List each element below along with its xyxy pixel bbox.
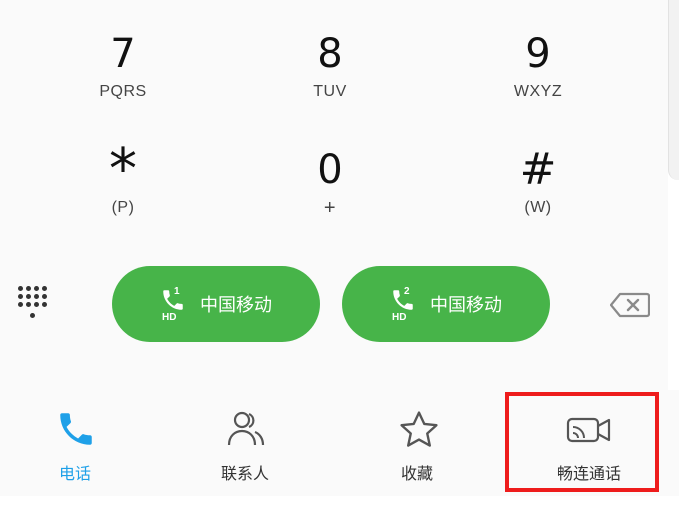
tab-label: 畅连通话 bbox=[556, 464, 621, 483]
call-phone-icon: 2 HD bbox=[390, 284, 426, 324]
key-8[interactable]: 8 TUV bbox=[270, 32, 390, 102]
key-7[interactable]: 7 PQRS bbox=[63, 32, 183, 102]
keypad-toggle-icon[interactable] bbox=[14, 282, 50, 322]
bottom-tab-bar: 电话 联系人 收藏 畅连通话 bbox=[0, 390, 679, 496]
key-letters: WXYZ bbox=[513, 83, 563, 100]
key-digit: * bbox=[109, 137, 137, 202]
scrollbar[interactable] bbox=[668, 0, 679, 180]
phone-icon bbox=[60, 413, 92, 445]
key-0[interactable]: 0 + bbox=[270, 148, 390, 218]
key-letters: TUV bbox=[313, 83, 347, 100]
call-button-sim2[interactable]: 2 HD 中国移动 bbox=[342, 266, 550, 342]
hd-badge: HD bbox=[162, 312, 177, 323]
tab-video-call[interactable]: 畅连通话 bbox=[514, 390, 664, 496]
tab-label: 收藏 bbox=[400, 464, 433, 483]
key-9[interactable]: 9 WXYZ bbox=[478, 32, 598, 102]
tab-label: 联系人 bbox=[220, 464, 269, 483]
call-phone-icon: 1 HD bbox=[160, 284, 196, 324]
key-letters: PQRS bbox=[99, 83, 147, 100]
carrier-label: 中国移动 bbox=[430, 295, 502, 316]
key-digit: 0 bbox=[317, 147, 343, 193]
key-letters: (P) bbox=[111, 199, 135, 216]
tab-phone[interactable]: 电话 bbox=[0, 390, 150, 496]
hd-badge: HD bbox=[392, 312, 407, 323]
key-digit: 8 bbox=[317, 31, 343, 77]
contacts-icon bbox=[227, 411, 265, 446]
key-letters: (W) bbox=[524, 199, 552, 216]
tab-label: 电话 bbox=[58, 464, 91, 483]
key-digit: 9 bbox=[525, 31, 551, 77]
sim-number: 1 bbox=[174, 286, 180, 297]
video-call-icon bbox=[566, 417, 611, 443]
carrier-label: 中国移动 bbox=[200, 295, 272, 316]
call-button-sim1[interactable]: 1 HD 中国移动 bbox=[112, 266, 320, 342]
key-digit: # bbox=[519, 144, 557, 195]
key-hash[interactable]: # (W) bbox=[478, 148, 598, 218]
key-digit: 7 bbox=[110, 31, 136, 77]
sim-number: 2 bbox=[404, 286, 410, 297]
backspace-icon[interactable] bbox=[609, 292, 651, 318]
dialer-panel: 7 PQRS 8 TUV 9 WXYZ * (P) 0 + # (W) 1 HD… bbox=[0, 0, 668, 390]
key-letters: + bbox=[323, 197, 337, 219]
tab-contacts[interactable]: 联系人 bbox=[170, 390, 320, 496]
key-star[interactable]: * (P) bbox=[63, 137, 183, 218]
star-icon bbox=[400, 411, 438, 447]
tab-favorites[interactable]: 收藏 bbox=[342, 390, 492, 496]
